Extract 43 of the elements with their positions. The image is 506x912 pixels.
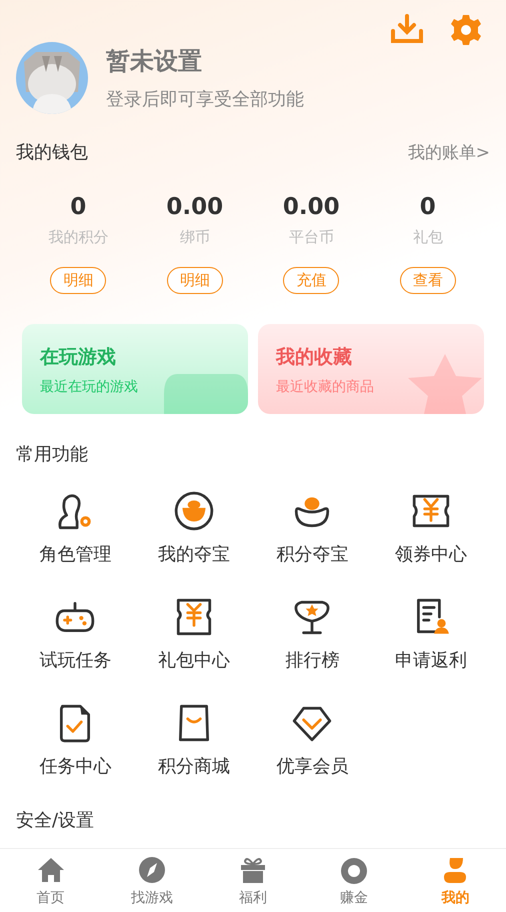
section-title: 我的钱包 [16, 141, 88, 164]
nav-tab[interactable]: 我的 [404, 849, 506, 912]
detail-button[interactable]: 充值 [283, 267, 340, 294]
function-label[interactable]: 试玩任务 [39, 648, 112, 672]
balance-label: 我的积分 [48, 228, 108, 247]
balance-value: 0 [420, 194, 436, 220]
nav-tab[interactable]: 赚金 [304, 849, 405, 912]
nav-tab[interactable]: 找游戏 [101, 849, 202, 912]
login-hint: 登录后即可享受全部功能 [106, 88, 304, 111]
function-label[interactable]: 积分商城 [158, 754, 230, 778]
function-label[interactable]: 排行榜 [285, 648, 340, 672]
ingot-icon[interactable] [172, 490, 215, 532]
function-label[interactable]: 角色管理 [39, 542, 112, 566]
compass-icon [138, 854, 166, 884]
detail-button[interactable]: 明细 [50, 267, 106, 294]
function-label[interactable]: 积分夺宝 [276, 542, 348, 566]
detail-button[interactable]: 明细 [166, 267, 223, 294]
card-subtitle: 最近收藏的商品 [276, 378, 375, 396]
star-icon [406, 354, 484, 414]
balance-label: 礼包 [412, 228, 443, 247]
balance-label: 绑币 [180, 228, 210, 247]
function-label[interactable]: 申请返利 [394, 648, 467, 672]
nav-tab[interactable]: 首页 [0, 849, 102, 912]
balance-value: 0.00 [282, 194, 340, 220]
card-title: 在玩游戏 [40, 345, 117, 370]
nav-tab[interactable]: 福利 [202, 849, 304, 912]
detail-button[interactable]: 查看 [400, 267, 456, 294]
bill-link[interactable]: 我的账单> [408, 140, 490, 164]
balance-value: 0.00 [166, 194, 224, 220]
function-label[interactable]: 领券中心 [394, 542, 467, 566]
favorites-card[interactable]: 我的收藏 最近收藏的商品 [258, 324, 484, 414]
games-card[interactable]: 在玩游戏 最近在玩的游戏 [22, 324, 248, 414]
function-label[interactable]: 礼包中心 [158, 648, 230, 672]
section-title: 安全/设置 [16, 809, 94, 832]
card-title: 我的收藏 [276, 345, 353, 370]
function-label[interactable]: 优享会员 [276, 754, 348, 778]
balance-label: 平台币 [288, 228, 334, 247]
function-label[interactable]: 任务中心 [39, 754, 112, 778]
function-label[interactable]: 我的夺宝 [158, 542, 230, 566]
balance-value: 0 [70, 194, 86, 220]
profile-name: 暂未设置 [106, 46, 203, 77]
section-title: 常用功能 [16, 443, 88, 466]
card-subtitle: 最近在玩的游戏 [40, 378, 139, 396]
